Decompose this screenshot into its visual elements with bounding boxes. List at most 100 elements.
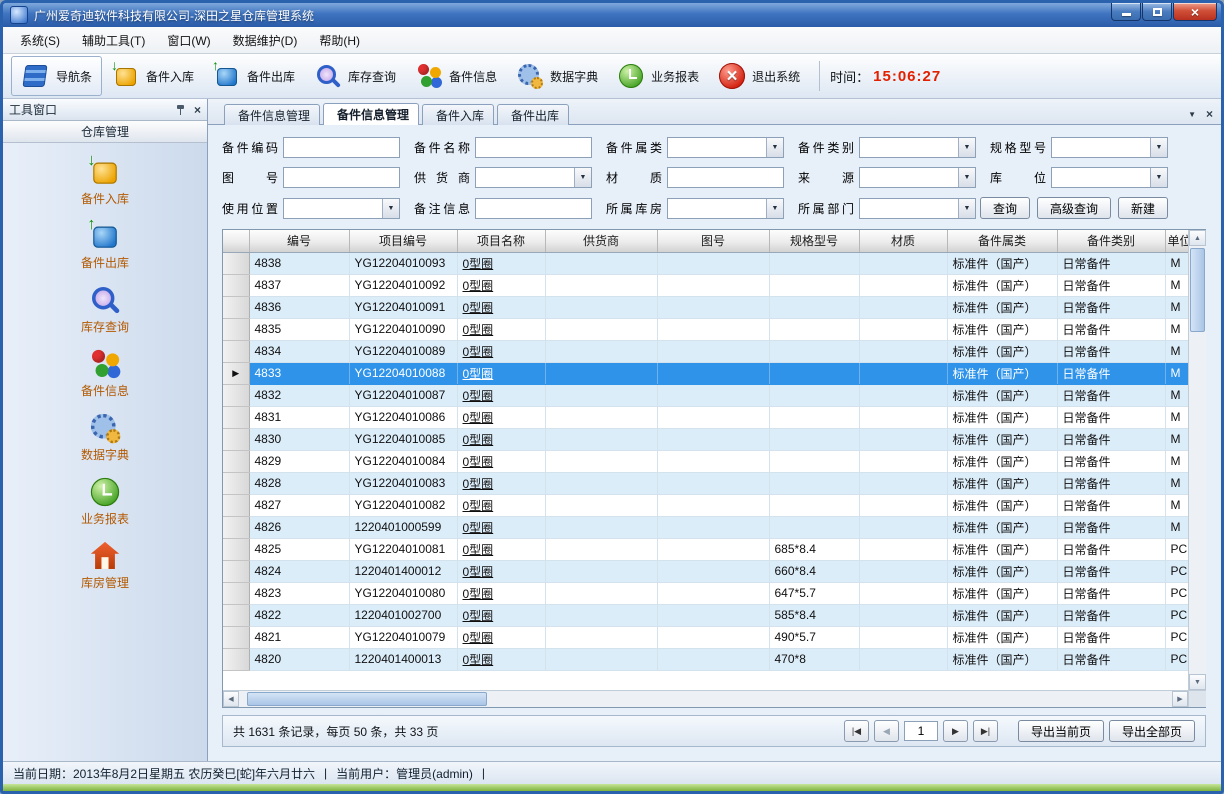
table-row[interactable]: 4828YG122040100830型圈标准件（国产）日常备件M	[223, 472, 1188, 494]
row-indicator[interactable]	[223, 538, 249, 560]
row-indicator[interactable]	[223, 274, 249, 296]
row-indicator[interactable]	[223, 582, 249, 604]
sidebar-item-home[interactable]: 库房管理	[45, 541, 165, 591]
tab-0[interactable]: 备件信息管理	[224, 104, 320, 125]
table-row[interactable]: 4821YG122040100790型圈490*5.7标准件（国产）日常备件PC	[223, 626, 1188, 648]
export-all-pages-button[interactable]: 导出全部页	[1109, 720, 1195, 742]
tab-2[interactable]: 备件入库	[422, 104, 494, 125]
table-row[interactable]: 482212204010027000型圈585*8.4标准件（国产）日常备件PC	[223, 604, 1188, 626]
scroll-left-icon[interactable]: ◀	[223, 691, 239, 707]
menu-item-3[interactable]: 数据维护(D)	[222, 28, 309, 53]
toolbar-button-parts-in[interactable]: 备件入库	[102, 57, 203, 95]
row-indicator[interactable]	[223, 560, 249, 582]
material-input[interactable]	[668, 168, 783, 187]
remark-input[interactable]	[476, 199, 591, 218]
tab-1[interactable]: 备件信息管理	[323, 103, 419, 125]
menu-item-4[interactable]: 帮助(H)	[308, 28, 371, 53]
column-header-6[interactable]: 规格型号	[769, 230, 859, 252]
spec-model-select[interactable]: ▼	[1051, 137, 1168, 158]
dropdown-arrow-icon[interactable]: ▼	[382, 199, 399, 218]
sidebar-item-report[interactable]: 业务报表	[45, 477, 165, 527]
vertical-scroll-thumb[interactable]	[1190, 248, 1205, 332]
menu-item-1[interactable]: 辅助工具(T)	[71, 28, 156, 53]
horizontal-scrollbar[interactable]: ◀ ▶	[223, 690, 1188, 707]
sidebar-item-dictionary[interactable]: 数据字典	[45, 413, 165, 463]
table-row[interactable]: 482012204014000130型圈470*8标准件（国产）日常备件PC	[223, 648, 1188, 670]
column-header-10[interactable]: 单位	[1165, 230, 1188, 252]
pin-icon[interactable]	[175, 104, 186, 116]
table-row[interactable]: 4836YG122040100910型圈标准件（国产）日常备件M	[223, 296, 1188, 318]
dropdown-arrow-icon[interactable]: ▼	[574, 168, 591, 187]
column-header-5[interactable]: 图号	[657, 230, 769, 252]
table-row[interactable]: ▶4833YG122040100880型圈标准件（国产）日常备件M	[223, 362, 1188, 384]
scroll-up-icon[interactable]: ▲	[1189, 230, 1206, 246]
dropdown-arrow-icon[interactable]: ▼	[766, 138, 783, 157]
row-indicator[interactable]: ▶	[223, 362, 249, 384]
menu-item-0[interactable]: 系统(S)	[9, 28, 71, 53]
column-header-9[interactable]: 备件类别	[1057, 230, 1165, 252]
row-indicator[interactable]	[223, 516, 249, 538]
create-button[interactable]: 新建	[1118, 197, 1168, 219]
dropdown-arrow-icon[interactable]: ▼	[958, 168, 975, 187]
menu-item-2[interactable]: 窗口(W)	[156, 28, 221, 53]
scroll-down-icon[interactable]: ▼	[1189, 674, 1206, 690]
dropdown-arrow-icon[interactable]: ▼	[766, 199, 783, 218]
query-button[interactable]: 查询	[980, 197, 1030, 219]
toolbar-button-books[interactable]: 导航条	[11, 56, 102, 96]
sidebar-item-stock-search[interactable]: 库存查询	[45, 285, 165, 335]
department-select[interactable]: ▼	[859, 198, 976, 219]
column-header-8[interactable]: 备件属类	[947, 230, 1057, 252]
table-row[interactable]: 4837YG122040100920型圈标准件（国产）日常备件M	[223, 274, 1188, 296]
horizontal-scroll-thumb[interactable]	[247, 692, 487, 706]
row-indicator[interactable]	[223, 450, 249, 472]
table-row[interactable]: 4829YG122040100840型圈标准件（国产）日常备件M	[223, 450, 1188, 472]
row-indicator[interactable]	[223, 384, 249, 406]
table-row[interactable]: 4834YG122040100890型圈标准件（国产）日常备件M	[223, 340, 1188, 362]
vertical-scrollbar[interactable]: ▲ ▼	[1188, 230, 1206, 707]
row-indicator[interactable]	[223, 318, 249, 340]
toolbar-button-parts-out[interactable]: 备件出库	[203, 57, 304, 95]
minimize-button[interactable]	[1111, 3, 1141, 21]
sidebar-item-parts-in[interactable]: 备件入库	[45, 157, 165, 207]
column-header-indicator[interactable]	[223, 230, 249, 252]
scroll-right-icon[interactable]: ▶	[1172, 691, 1188, 707]
tab-3[interactable]: 备件出库	[497, 104, 569, 125]
maximize-button[interactable]	[1142, 3, 1172, 21]
figure-no-input[interactable]	[284, 168, 399, 187]
part-code-input[interactable]	[284, 138, 399, 157]
dropdown-arrow-icon[interactable]: ▼	[958, 138, 975, 157]
table-row[interactable]: 4832YG122040100870型圈标准件（国产）日常备件M	[223, 384, 1188, 406]
warehouse-select[interactable]: ▼	[667, 198, 784, 219]
last-page-button[interactable]: ▶|	[973, 720, 998, 742]
sidebar-close-icon[interactable]: ×	[194, 104, 201, 116]
tab-close-icon[interactable]: ×	[1206, 108, 1213, 120]
source-select[interactable]: ▼	[859, 167, 976, 188]
row-indicator[interactable]	[223, 472, 249, 494]
part-category-select[interactable]: ▼	[667, 137, 784, 158]
row-indicator[interactable]	[223, 604, 249, 626]
sidebar-item-parts-out[interactable]: 备件出库	[45, 221, 165, 271]
dropdown-arrow-icon[interactable]: ▼	[1150, 168, 1167, 187]
row-indicator[interactable]	[223, 340, 249, 362]
table-row[interactable]: 4830YG122040100850型圈标准件（国产）日常备件M	[223, 428, 1188, 450]
row-indicator[interactable]	[223, 406, 249, 428]
dropdown-arrow-icon[interactable]: ▼	[958, 199, 975, 218]
row-indicator[interactable]	[223, 296, 249, 318]
location-select[interactable]: ▼	[1051, 167, 1168, 188]
part-name-input[interactable]	[476, 138, 591, 157]
close-button[interactable]: ×	[1173, 3, 1217, 21]
row-indicator[interactable]	[223, 494, 249, 516]
toolbar-button-report[interactable]: 业务报表	[607, 57, 708, 95]
sidebar-item-parts-info[interactable]: 备件信息	[45, 349, 165, 399]
column-header-7[interactable]: 材质	[859, 230, 947, 252]
row-indicator[interactable]	[223, 626, 249, 648]
dropdown-arrow-icon[interactable]: ▼	[1150, 138, 1167, 157]
toolbar-button-exit[interactable]: 退出系统	[708, 57, 809, 95]
table-row[interactable]: 482612204010005990型圈标准件（国产）日常备件M	[223, 516, 1188, 538]
toolbar-button-parts-info[interactable]: 备件信息	[405, 57, 506, 95]
next-page-button[interactable]: ▶	[943, 720, 968, 742]
table-row[interactable]: 482412204014000120型圈660*8.4标准件（国产）日常备件PC	[223, 560, 1188, 582]
column-header-4[interactable]: 供货商	[545, 230, 657, 252]
row-indicator[interactable]	[223, 428, 249, 450]
page-number-input[interactable]	[904, 721, 938, 741]
